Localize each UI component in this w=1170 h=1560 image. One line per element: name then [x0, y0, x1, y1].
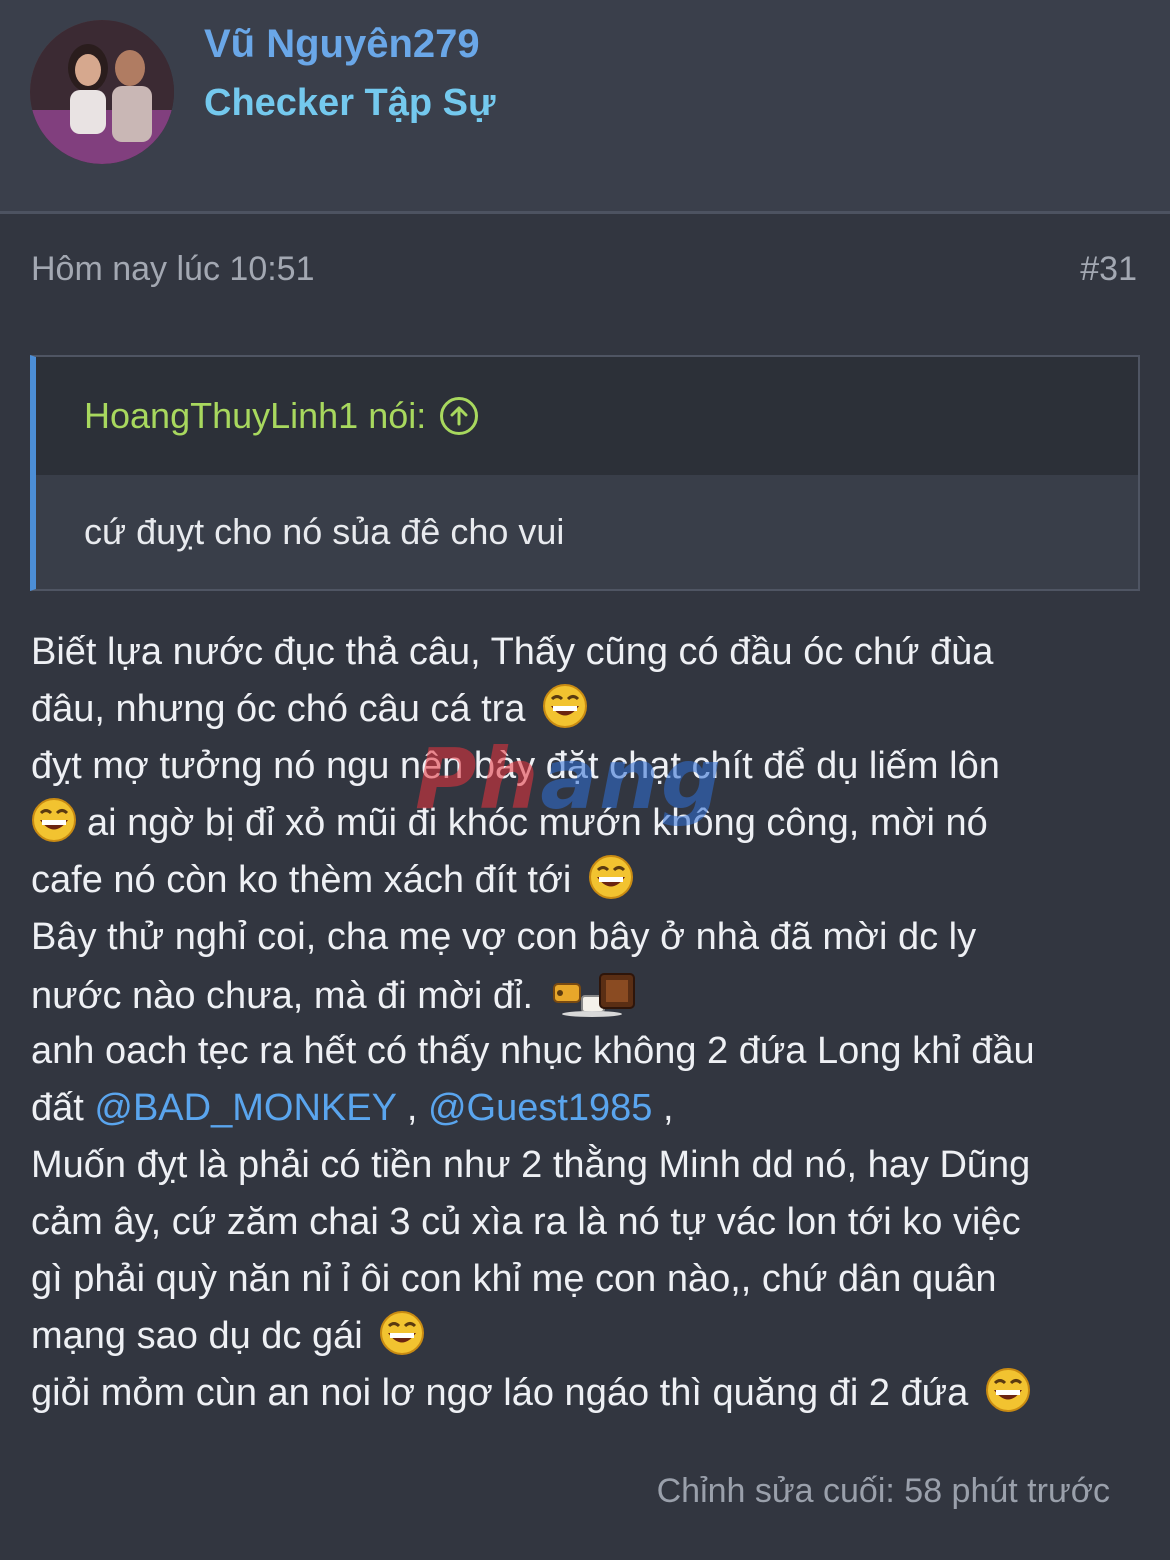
- post-line: cafe nó còn ko thèm xách đít tới: [31, 852, 1141, 909]
- post-text: Muốn đỵt là phải có tiền như 2 thằng Min…: [31, 1144, 1031, 1186]
- post-line: gì phải quỳ năn nỉ ỉ ôi con khỉ mẹ con n…: [31, 1251, 1141, 1308]
- post-text: đỵt mợ tưởng nó ngu nên bày đặt chạt chí…: [31, 745, 1000, 787]
- post-page: Vũ Nguyên279 Checker Tập Sự Hôm nay lúc …: [0, 0, 1170, 1560]
- post-line: đỵt mợ tưởng nó ngu nên bày đặt chạt chí…: [31, 738, 1141, 795]
- user-header: Vũ Nguyên279 Checker Tập Sự: [0, 0, 1170, 214]
- laughing-smiley-icon: [32, 798, 76, 842]
- post-text: ,: [663, 1087, 674, 1129]
- user-title: Checker Tập Sự: [204, 82, 496, 124]
- post-text: ai ngờ bị đỉ xỏ mũi đi khóc mướn không c…: [87, 802, 988, 844]
- post-line: nước nào chưa, mà đi mời đỉ.: [31, 966, 1141, 1023]
- laughing-smiley-icon: [543, 684, 587, 728]
- laughing-smiley-icon: [588, 855, 633, 899]
- last-edited-note: Chỉnh sửa cuối: 58 phút trước: [656, 1472, 1110, 1510]
- quote-header: HoangThuyLinh1 nói:: [36, 357, 1138, 475]
- mention-link[interactable]: @Guest1985: [428, 1087, 653, 1129]
- laughing-smiley-icon: [380, 1311, 425, 1355]
- coffee-smiley-icon: [552, 973, 635, 1017]
- post-line: cảm ây, cứ zăm chai 3 củ xìa ra là nó tự…: [31, 1194, 1141, 1251]
- post-text: giỏi mỏm cùn an noi lơ ngơ láo ngáo thì …: [31, 1372, 969, 1414]
- post-line: đất @BAD_MONKEY , @Guest1985 ,: [31, 1080, 1141, 1137]
- post-text: Bây thử nghỉ coi, cha mẹ vợ con bây ở nh…: [31, 916, 977, 958]
- post-text: mạng sao dụ dc gái: [31, 1315, 363, 1357]
- post-text: cảm ây, cứ zăm chai 3 củ xìa ra là nó tự…: [31, 1201, 1021, 1243]
- post-text: anh oach tẹc ra hết có thấy nhục không 2…: [31, 1030, 1035, 1072]
- mention-link[interactable]: @BAD_MONKEY: [94, 1087, 396, 1129]
- post-line: Biết lựa nước đục thả câu, Thấy cũng có …: [31, 624, 1141, 681]
- post-text: đâu, nhưng óc chó câu cá tra: [31, 688, 526, 730]
- arrow-up-circle-icon[interactable]: [440, 397, 479, 435]
- laughing-smiley-icon: [985, 1368, 1030, 1412]
- post-content: Biết lựa nước đục thả câu, Thấy cũng có …: [31, 624, 1141, 1422]
- post-text: nước nào chưa, mà đi mời đỉ.: [31, 975, 534, 1017]
- post-number[interactable]: #31: [1080, 250, 1137, 289]
- post-line: anh oach tẹc ra hết có thấy nhục không 2…: [31, 1023, 1141, 1080]
- post-line: giỏi mỏm cùn an noi lơ ngơ láo ngáo thì …: [31, 1365, 1141, 1422]
- username[interactable]: Vũ Nguyên279: [204, 22, 480, 67]
- post-timestamp[interactable]: Hôm nay lúc 10:51: [31, 250, 315, 289]
- post-line: đâu, nhưng óc chó câu cá tra: [31, 681, 1141, 738]
- quote-text: cứ đuỵt cho nó sủa đê cho vui: [84, 511, 565, 552]
- post-line: ai ngờ bị đỉ xỏ mũi đi khóc mướn không c…: [31, 795, 1141, 852]
- post-line: Muốn đỵt là phải có tiền như 2 thằng Min…: [31, 1137, 1141, 1194]
- post-text: Biết lựa nước đục thả câu, Thấy cũng có …: [31, 631, 994, 673]
- quote-block: HoangThuyLinh1 nói: cứ đuỵt cho nó sủa đ…: [30, 355, 1140, 591]
- post-text: gì phải quỳ năn nỉ ỉ ôi con khỉ mẹ con n…: [31, 1258, 997, 1300]
- post-text: cafe nó còn ko thèm xách đít tới: [31, 859, 572, 901]
- post-text: ,: [406, 1087, 418, 1129]
- avatar[interactable]: [30, 20, 174, 164]
- post-text: đất: [31, 1087, 84, 1129]
- quote-author[interactable]: HoangThuyLinh1 nói:: [84, 395, 426, 437]
- post-line: Bây thử nghỉ coi, cha mẹ vợ con bây ở nh…: [31, 909, 1141, 966]
- post-line: mạng sao dụ dc gái: [31, 1308, 1141, 1365]
